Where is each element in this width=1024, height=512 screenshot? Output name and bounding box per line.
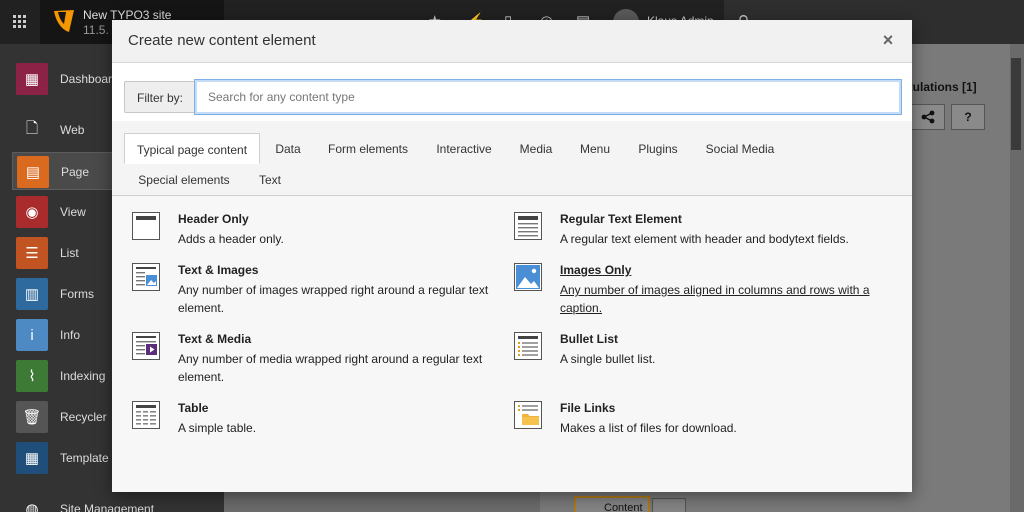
file-icon: 🗋 <box>25 119 39 137</box>
content-type-tabs: Typical page content Data Form elements … <box>112 121 912 196</box>
file-links-icon <box>514 401 542 429</box>
element-title: File Links <box>560 401 616 415</box>
tab-menu[interactable]: Menu <box>570 133 620 164</box>
element-text-images[interactable]: Text & Images Any number of images wrapp… <box>132 263 502 321</box>
module-label: Page <box>61 165 90 179</box>
module-label: Template <box>60 451 109 465</box>
element-table[interactable]: Table A simple table. <box>132 401 502 441</box>
add-content-button[interactable]: Content <box>574 496 650 512</box>
typo3-logo-icon <box>54 10 74 32</box>
share-button[interactable] <box>911 104 945 130</box>
element-title: Text & Media <box>178 332 252 346</box>
globe-icon: ◍ <box>25 501 39 512</box>
element-description: Any number of images aligned in columns … <box>560 283 870 315</box>
filter-input[interactable] <box>194 79 902 115</box>
element-bullet-list[interactable]: Bullet List A single bullet list. <box>514 332 884 372</box>
header-only-icon <box>132 212 160 240</box>
element-description: Adds a header only. <box>178 232 284 246</box>
add-content-label: Content <box>604 502 643 512</box>
module-label: Info <box>60 328 81 342</box>
text-images-icon <box>132 263 160 291</box>
element-title: Header Only <box>178 212 249 226</box>
module-label: Forms <box>60 287 94 301</box>
scrollbar-thumb[interactable] <box>1011 58 1021 150</box>
tab-social-media[interactable]: Social Media <box>696 133 784 164</box>
paste-button[interactable] <box>652 498 686 512</box>
images-only-icon <box>514 263 542 291</box>
list-icon: ☰ <box>16 237 48 269</box>
filter-label: Filter by: <box>124 81 195 113</box>
module-site-management[interactable]: ◍ Site Management <box>12 490 224 512</box>
help-button[interactable]: ? <box>951 104 985 130</box>
module-label: Recycler <box>60 410 107 424</box>
site-version: 11.5. <box>83 23 109 37</box>
element-description: A regular text element with header and b… <box>560 232 849 246</box>
page-icon: ▤ <box>17 156 49 188</box>
element-images-only[interactable]: Images Only Any number of images aligned… <box>514 263 884 321</box>
close-icon[interactable]: × <box>878 30 898 50</box>
tab-special-elements[interactable]: Special elements <box>128 164 240 195</box>
element-description: A simple table. <box>178 421 257 435</box>
app-grid-icon[interactable] <box>0 0 40 44</box>
element-description: Makes a list of files for download. <box>560 421 737 435</box>
modal-title: Create new content element <box>128 32 316 49</box>
new-content-element-modal: Create new content element × Filter by: … <box>112 20 912 492</box>
element-title: Table <box>178 401 209 415</box>
element-title: Regular Text Element <box>560 212 682 226</box>
tab-text[interactable]: Text <box>250 164 290 195</box>
dashboard-icon: ▦ <box>16 63 48 95</box>
content-element-list: Header Only Adds a header only. Regular … <box>112 197 912 492</box>
text-element-icon <box>514 212 542 240</box>
tab-plugins[interactable]: Plugins <box>628 133 688 164</box>
element-description: Any number of media wrapped right around… <box>178 352 483 384</box>
trash-icon: 🗑 <box>16 401 48 433</box>
filter-row: Filter by: <box>112 63 912 121</box>
element-title: Bullet List <box>560 332 619 346</box>
element-description: Any number of images wrapped right aroun… <box>178 283 489 315</box>
module-label: Web <box>60 123 85 137</box>
text-media-icon <box>132 332 160 360</box>
module-label: Site Management <box>60 502 155 512</box>
table-icon <box>132 401 160 429</box>
tab-form-elements[interactable]: Form elements <box>318 133 418 164</box>
element-text-media[interactable]: Text & Media Any number of media wrapped… <box>132 332 502 390</box>
indexing-icon: ⌇ <box>16 360 48 392</box>
module-label: List <box>60 246 79 260</box>
bullet-list-icon <box>514 332 542 360</box>
tab-typical-page-content[interactable]: Typical page content <box>124 133 260 164</box>
share-icon <box>921 110 935 124</box>
element-header-only[interactable]: Header Only Adds a header only. <box>132 212 502 252</box>
forms-icon: ▥ <box>16 278 48 310</box>
eye-icon: ◉ <box>16 196 48 228</box>
module-label: View <box>60 205 86 219</box>
module-label: Indexing <box>60 369 106 383</box>
element-regular-text[interactable]: Regular Text Element A regular text elem… <box>514 212 884 252</box>
tab-interactive[interactable]: Interactive <box>426 133 502 164</box>
page-heading: atulations [1] <box>902 80 977 94</box>
tab-media[interactable]: Media <box>510 133 562 164</box>
template-icon: ▦ <box>16 442 48 474</box>
module-label: Dashboard <box>60 72 119 86</box>
element-file-links[interactable]: File Links Makes a list of files for dow… <box>514 401 884 441</box>
element-title: Images Only <box>560 263 632 277</box>
modal-header: Create new content element × <box>112 20 912 63</box>
element-title: Text & Images <box>178 263 259 277</box>
element-description: A single bullet list. <box>560 352 656 366</box>
tab-data[interactable]: Data <box>264 133 312 164</box>
info-icon: i <box>16 319 48 351</box>
